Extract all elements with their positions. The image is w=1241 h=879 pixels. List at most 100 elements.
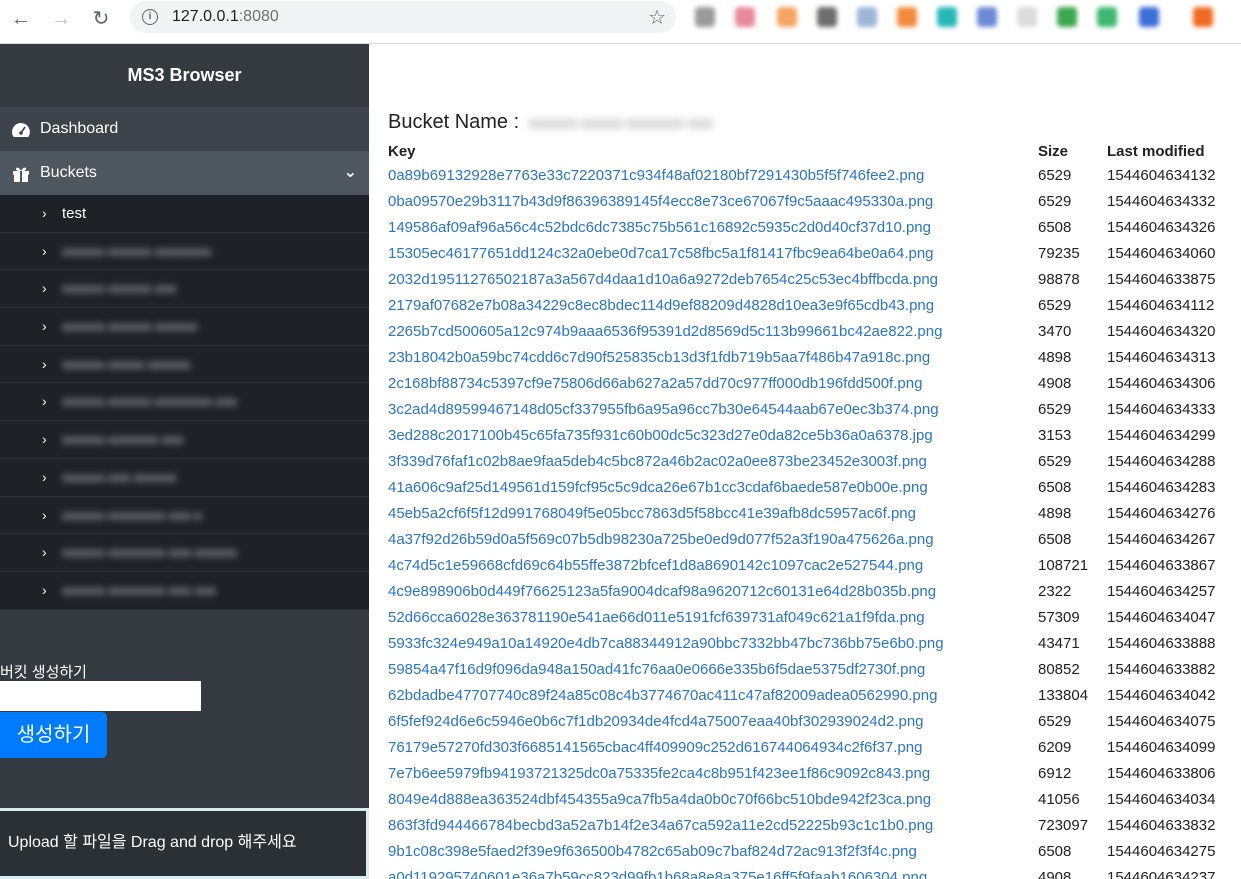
file-link[interactable]: 23b18042b0a59bc74cdd6c7d90f525835cb13d3f… xyxy=(388,349,930,366)
bucket-item-label: test xyxy=(62,205,87,222)
bucket-item[interactable]: › test xyxy=(0,195,369,233)
bucket-item[interactable]: › xxxxxx-xxxxxxxx-xxx-x xyxy=(0,497,369,535)
nav-buckets[interactable]: Buckets ⌄ xyxy=(0,151,369,195)
nav-dashboard[interactable]: Dashboard xyxy=(0,107,369,151)
address-bar[interactable]: i 127.0.0.1:8080 ☆ xyxy=(130,1,676,33)
nav-buckets-label: Buckets xyxy=(40,164,97,181)
bucket-item[interactable]: › xxxxxx-xxxxxx-xxxxxx xyxy=(0,308,369,346)
file-size-cell: 6529 xyxy=(1038,166,1072,184)
bucket-item-label: xxxxxx-xxxxxxxx-xxx-xxx xyxy=(62,581,216,598)
file-link[interactable]: 2265b7cd500605a12c974b9aaa6536f95391d2d8… xyxy=(388,323,942,340)
file-size-cell: 80852 xyxy=(1038,660,1080,678)
upload-dropzone[interactable]: Upload 할 파일을 Drag and drop 해주세요 xyxy=(0,808,369,879)
file-size-cell: 4898 xyxy=(1038,504,1072,522)
table-row: 2032d19511276502187a3a567d4daa1d10a6a927… xyxy=(388,266,1237,292)
column-size[interactable]: Size xyxy=(1038,140,1107,162)
column-key[interactable]: Key xyxy=(388,140,1038,162)
extension-icon[interactable] xyxy=(857,7,877,27)
bucket-item-label: xxxxxx-xxxxxxxx-xxx-xxxxxx xyxy=(62,544,237,561)
brand-title[interactable]: MS3 Browser xyxy=(0,44,369,107)
bucket-item[interactable]: › xxxxxx-xxxxxx-xxxxxxxx xyxy=(0,233,369,271)
file-link[interactable]: 4c9e898906b0d449f76625123a5fa9004dcaf98a… xyxy=(388,583,936,600)
file-size-cell: 723097 xyxy=(1038,816,1089,834)
file-modified-cell: 1544604634034 xyxy=(1107,790,1216,808)
file-modified-cell: 1544604633882 xyxy=(1107,660,1216,678)
bucket-item[interactable]: › xxxxxx-xxxxxxxx-xxx-xxxxxx xyxy=(0,534,369,572)
file-link[interactable]: 9b1c08c398e5faed2f39e9f636500b4782c65ab0… xyxy=(388,843,917,860)
extension-icon[interactable] xyxy=(977,7,997,27)
file-link[interactable]: 6f5fef924d6e6c5946e0b6c7f1db20934de4fcd4… xyxy=(388,713,924,730)
table-row: 5933fc324e949a10a14920e4db7ca88344912a90… xyxy=(388,630,1237,656)
file-key-cell: 3ed288c2017100b45c65fa735f931c60b00dc5c3… xyxy=(388,422,1038,448)
extension-icon[interactable] xyxy=(1057,7,1077,27)
info-icon[interactable]: i xyxy=(142,9,158,25)
bucket-item[interactable]: › xxxxxx-xxxxxxx-xxx xyxy=(0,421,369,459)
chevron-right-icon: › xyxy=(42,205,47,221)
file-link[interactable]: 3c2ad4d89599467148d05cf337955fb6a95a96cc… xyxy=(388,401,939,418)
table-row: 0a89b69132928e7763e33c7220371c934f48af02… xyxy=(388,162,1237,188)
extension-icon[interactable] xyxy=(1097,7,1117,27)
create-bucket-label: 버킷 생성하기 xyxy=(0,664,87,681)
reload-icon[interactable]: ↻ xyxy=(90,8,112,30)
file-link[interactable]: 76179e57270fd303f6685141565cbac4ff409909… xyxy=(388,739,922,756)
file-link[interactable]: 15305ec46177651dd124c32a0ebe0d7ca17c58fb… xyxy=(388,245,934,262)
bucket-item[interactable]: › xxxxxx-xxxxxx-xxx xyxy=(0,270,369,309)
file-key-cell: 4c9e898906b0d449f76625123a5fa9004dcaf98a… xyxy=(388,578,1038,604)
file-link[interactable]: 0a89b69132928e7763e33c7220371c934f48af02… xyxy=(388,167,924,184)
file-size-cell: 6508 xyxy=(1038,218,1072,236)
extension-icon[interactable] xyxy=(1017,7,1037,27)
file-key-cell: 5933fc324e949a10a14920e4db7ca88344912a90… xyxy=(388,630,1038,656)
file-modified-cell: 1544604634112 xyxy=(1107,296,1215,314)
bucket-item[interactable]: › xxxxxx-xxx-xxxxxx xyxy=(0,459,369,497)
extension-icon[interactable] xyxy=(817,7,837,27)
file-link[interactable]: 4a37f92d26b59d0a5f569c07b5db98230a725be0… xyxy=(388,531,934,548)
table-row: 4c9e898906b0d449f76625123a5fa9004dcaf98a… xyxy=(388,578,1237,604)
bucket-item[interactable]: › xxxxxx-xxxxxx-xxxxxxxx-xxx xyxy=(0,383,369,422)
table-row: 2265b7cd500605a12c974b9aaa6536f95391d2d8… xyxy=(388,318,1237,344)
file-key-cell: 8049e4d888ea363524dbf454355a9ca7fb5a4da0… xyxy=(388,786,1038,812)
file-link[interactable]: 59854a47f16d9f096da948a150ad41fc76aa0e06… xyxy=(388,661,925,678)
back-icon[interactable]: ← xyxy=(10,8,32,30)
file-modified-cell: 1544604634257 xyxy=(1107,582,1216,600)
bookmark-star-icon[interactable]: ☆ xyxy=(648,5,666,30)
chevron-right-icon: › xyxy=(42,318,47,335)
file-link[interactable]: 52d66cca6028e363781190e541ae66d011e5191f… xyxy=(388,609,925,626)
file-link[interactable]: 863f3fd944466784becbd3a52a7b14f2e34a67ca… xyxy=(388,817,933,834)
file-link[interactable]: 62bdadbe47707740c89f24a85c08c4b3774670ac… xyxy=(388,687,937,704)
file-link[interactable]: 7e7b6ee5979fb94193721325dc0a75335fe2ca4c… xyxy=(388,765,930,782)
file-link[interactable]: 4c74d5c1e59668cfd69c64b55ffe3872bfcef1d8… xyxy=(388,557,923,574)
file-link[interactable]: 2032d19511276502187a3a567d4daa1d10a6a927… xyxy=(388,271,938,288)
file-link[interactable]: 2c168bf88734c5397cf9e75806d66ab627a2a57d… xyxy=(388,375,922,392)
table-row: 45eb5a2cf6f5f12d991768049f5e05bcc7863d5f… xyxy=(388,500,1237,526)
bucket-item[interactable]: › xxxxxx-xxxxx-xxxxxx xyxy=(0,346,369,384)
file-link[interactable]: a0d119295740601e36a7b59cc823d99fb1b68a8e… xyxy=(388,869,927,879)
create-bucket-button[interactable]: 생성하기 xyxy=(0,712,107,758)
file-link[interactable]: 0ba09570e29b3117b43d9f86396389145f4ecc8e… xyxy=(388,193,933,210)
extension-icon[interactable] xyxy=(695,7,715,27)
create-bucket-input[interactable] xyxy=(0,681,201,711)
extension-icon[interactable] xyxy=(777,7,797,27)
extension-icon[interactable] xyxy=(1139,7,1159,27)
chevron-down-icon[interactable]: ⌄ xyxy=(344,151,357,195)
file-link[interactable]: 2179af07682e7b08a34229c8ec8bdec114d9ef88… xyxy=(388,297,934,314)
extension-icon[interactable] xyxy=(735,7,755,27)
file-link[interactable]: 3f339d76faf1c02b8ae9faa5deb4c5bc872a46b2… xyxy=(388,453,927,470)
file-key-cell: 6f5fef924d6e6c5946e0b6c7f1db20934de4fcd4… xyxy=(388,708,1038,734)
chevron-right-icon: › xyxy=(42,431,47,448)
file-link[interactable]: 45eb5a2cf6f5f12d991768049f5e05bcc7863d5f… xyxy=(388,505,916,522)
file-key-cell: 59854a47f16d9f096da948a150ad41fc76aa0e06… xyxy=(388,656,1038,682)
bucket-item-label: xxxxxx-xxxxx-xxxxxx xyxy=(62,355,191,372)
file-link[interactable]: 149586af09af96a56c4c52bdc6dc7385c75b561c… xyxy=(388,219,931,236)
extension-icon[interactable] xyxy=(937,7,957,27)
file-link[interactable]: 5933fc324e949a10a14920e4db7ca88344912a90… xyxy=(388,635,944,652)
file-link[interactable]: 3ed288c2017100b45c65fa735f931c60b00dc5c3… xyxy=(388,427,933,444)
file-link[interactable]: 41a606c9af25d149561d159fcf95c5c9dca26e67… xyxy=(388,479,928,496)
file-link[interactable]: 8049e4d888ea363524dbf454355a9ca7fb5a4da0… xyxy=(388,791,931,808)
url-text[interactable]: 127.0.0.1:8080 xyxy=(172,8,279,26)
bucket-item[interactable]: › xxxxxx-xxxxxxxx-xxx-xxx xyxy=(0,572,369,610)
file-size-cell: 3153 xyxy=(1038,426,1072,444)
extension-icon[interactable] xyxy=(1193,7,1213,27)
column-last-modified[interactable]: Last modified xyxy=(1107,140,1237,162)
extension-icon[interactable] xyxy=(897,7,917,27)
forward-icon[interactable]: → xyxy=(50,8,72,30)
